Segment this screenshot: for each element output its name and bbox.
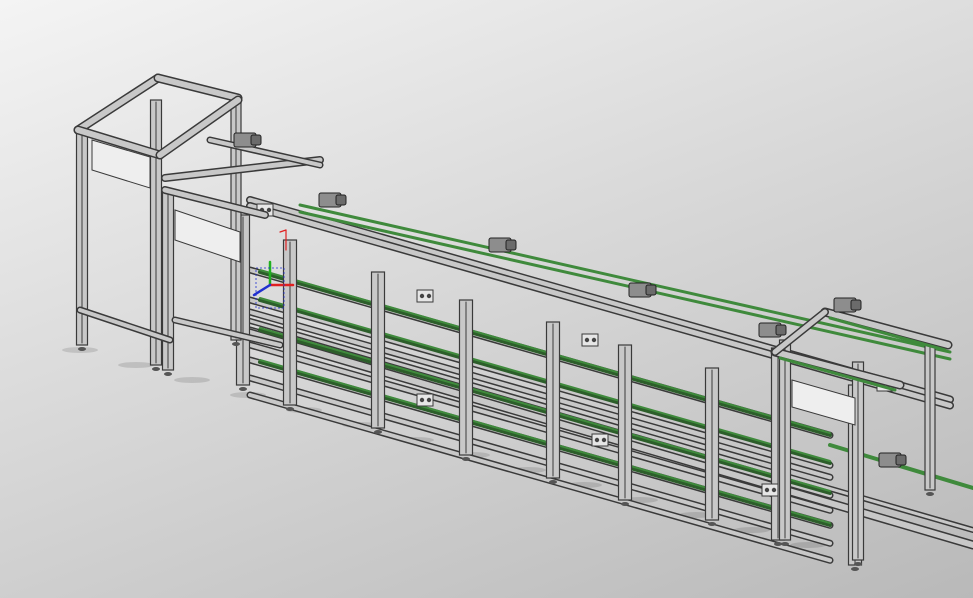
tower-top-back <box>155 75 241 101</box>
bolt <box>584 337 590 343</box>
support-post-4-foot <box>549 480 557 484</box>
bolt <box>266 207 272 213</box>
bolt <box>419 397 425 403</box>
upper-belt-0 <box>298 203 952 354</box>
lower-belt-1 <box>258 298 832 465</box>
lower-belt-hl-1 <box>259 297 831 462</box>
bolt <box>419 293 425 299</box>
support-post-3-foot <box>462 457 470 461</box>
support-post-0-foot <box>239 387 247 391</box>
motor-gearbox <box>850 299 862 311</box>
bolt <box>764 487 770 493</box>
support-post-1-foot <box>286 407 294 411</box>
transfer-arm-back <box>208 138 322 167</box>
tower-post-fl-foot <box>78 347 86 351</box>
motor-gearbox <box>645 284 657 296</box>
conveyor-assembly-model[interactable] <box>0 0 973 598</box>
rtower-post-1-foot <box>781 542 789 546</box>
support-post-7-foot <box>774 542 782 546</box>
motor-gearbox <box>775 324 787 336</box>
bolt <box>601 437 607 443</box>
support-post-8-foot <box>851 567 859 571</box>
rtower-post-3-foot <box>926 492 934 496</box>
support-post-2-foot <box>374 430 382 434</box>
tower-post-bl-foot <box>232 342 240 346</box>
cad-viewport[interactable] <box>0 0 973 598</box>
support-post-5-foot <box>621 502 629 506</box>
rail-6 <box>248 343 832 513</box>
bolt <box>594 437 600 443</box>
bolt <box>591 337 597 343</box>
red-reference-tick <box>279 229 287 233</box>
tower-panel-2 <box>174 209 241 263</box>
motor-gearbox <box>250 134 262 146</box>
post-shadow <box>118 362 154 368</box>
tower-top-left <box>75 75 161 133</box>
bolt <box>426 397 432 403</box>
motor-gearbox <box>505 239 517 251</box>
bolt <box>771 487 777 493</box>
motor-gearbox <box>895 454 907 466</box>
support-post-6-foot <box>708 522 716 526</box>
tower-post-br-foot <box>164 372 172 376</box>
rtower-post-2-foot <box>854 562 862 566</box>
tower-post-fr-foot <box>152 367 160 371</box>
rtower-panel <box>791 379 856 426</box>
post-shadow <box>174 377 210 383</box>
motor-gearbox <box>335 194 347 206</box>
bolt <box>426 293 432 299</box>
